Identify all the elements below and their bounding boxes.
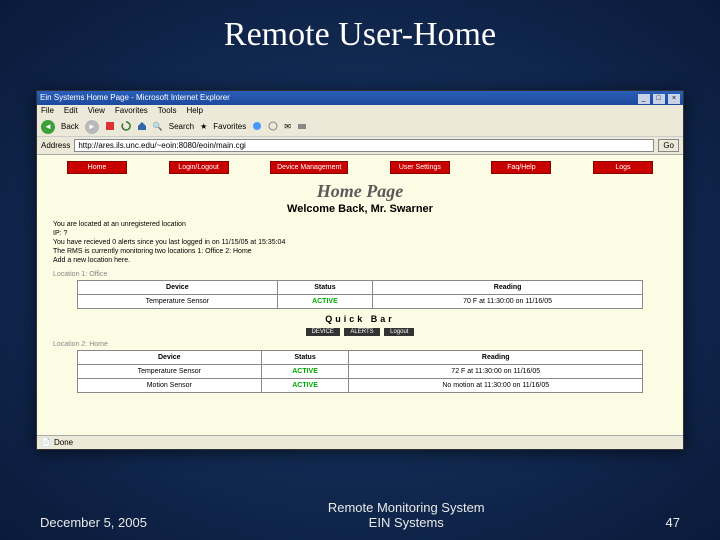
statusbar: 📄 Done [37, 435, 683, 449]
media-icon[interactable] [252, 121, 262, 133]
page-heading: Home Page [37, 178, 683, 203]
location-1-table: Device Status Reading Temperature Sensor… [77, 280, 643, 309]
nav-user-settings[interactable]: User Settings [390, 161, 450, 174]
menu-help[interactable]: Help [186, 105, 202, 117]
nav-login[interactable]: Login/Logout [169, 161, 229, 174]
info-line: IP: ? [53, 229, 667, 238]
quickbar: DEVICE ALERTS Logout [37, 325, 683, 339]
menu-file[interactable]: File [41, 105, 54, 117]
cell-status: ACTIVE [277, 295, 373, 309]
table-row: Motion Sensor ACTIVE No motion at 11:30:… [78, 379, 643, 393]
go-button[interactable]: Go [658, 139, 679, 152]
stop-icon[interactable] [105, 121, 115, 133]
slide-date: December 5, 2005 [40, 515, 147, 530]
titlebar: Ein Systems Home Page - Microsoft Intern… [37, 91, 683, 105]
slide-footer: December 5, 2005 Remote Monitoring Syste… [0, 500, 720, 530]
info-line: You have recieved 0 alerts since you las… [53, 238, 667, 247]
col-status: Status [261, 351, 349, 365]
col-status: Status [277, 281, 373, 295]
address-label: Address [41, 141, 70, 150]
window-controls: _ □ × [637, 91, 680, 105]
close-button[interactable]: × [668, 94, 680, 104]
qb-alerts-button[interactable]: ALERTS [344, 328, 379, 336]
nav-home[interactable]: Home [67, 161, 127, 174]
qb-logout-button[interactable]: Logout [384, 328, 414, 336]
browser-window: Ein Systems Home Page - Microsoft Intern… [36, 90, 684, 450]
table-row: Temperature Sensor ACTIVE 72 F at 11:30:… [78, 365, 643, 379]
info-line: You are located at an unregistered locat… [53, 220, 667, 229]
window-title: Ein Systems Home Page - Microsoft Intern… [40, 91, 230, 105]
address-input[interactable] [74, 139, 654, 152]
back-icon[interactable]: ◄ [41, 120, 55, 134]
home-icon[interactable] [137, 121, 147, 133]
menu-view[interactable]: View [88, 105, 105, 117]
mail-icon[interactable]: ✉ [284, 122, 291, 131]
cell-status: ACTIVE [261, 365, 349, 379]
cell-reading: 70 F at 11:30:00 on 11/16/05 [373, 295, 643, 309]
back-label[interactable]: Back [61, 122, 79, 131]
search-icon[interactable]: 🔍 [153, 122, 163, 131]
welcome-text: Welcome Back, Mr. Swarner [37, 203, 683, 218]
cell-reading: 72 F at 11:30:00 on 11/16/05 [349, 365, 643, 379]
cell-reading: No motion at 11:30:00 on 11/16/05 [349, 379, 643, 393]
maximize-button[interactable]: □ [653, 94, 665, 104]
location-2-title: Location 2: Home [37, 339, 683, 350]
nav-tabs: Home Login/Logout Device Management User… [37, 155, 683, 178]
favorites-icon[interactable]: ★ [200, 122, 207, 131]
favorites-label[interactable]: Favorites [213, 122, 246, 131]
page-body: Home Login/Logout Device Management User… [37, 155, 683, 435]
col-device: Device [78, 281, 278, 295]
status-text: Done [54, 436, 73, 450]
menu-favorites[interactable]: Favorites [115, 105, 148, 117]
location-1-title: Location 1: Office [37, 269, 683, 280]
status-icon: 📄 [41, 436, 51, 450]
history-icon[interactable] [268, 121, 278, 133]
cell-device: Temperature Sensor [78, 365, 262, 379]
menubar: File Edit View Favorites Tools Help [37, 105, 683, 117]
info-line: The RMS is currently monitoring two loca… [53, 247, 667, 256]
forward-icon[interactable]: ► [85, 120, 99, 134]
cell-device: Motion Sensor [78, 379, 262, 393]
info-line: Add a new location here. [53, 256, 667, 265]
nav-faq[interactable]: Faq/Help [491, 161, 551, 174]
nav-logs[interactable]: Logs [593, 161, 653, 174]
slide-number: 47 [666, 515, 680, 530]
refresh-icon[interactable] [121, 121, 131, 133]
table-row: Temperature Sensor ACTIVE 70 F at 11:30:… [78, 295, 643, 309]
nav-device-mgmt[interactable]: Device Management [270, 161, 348, 174]
footer-line2: EIN Systems [328, 515, 485, 530]
menu-edit[interactable]: Edit [64, 105, 78, 117]
quickbar-label: Quick Bar [37, 313, 683, 325]
location-2-table: Device Status Reading Temperature Sensor… [77, 350, 643, 393]
print-icon[interactable] [297, 121, 307, 133]
cell-status: ACTIVE [261, 379, 349, 393]
minimize-button[interactable]: _ [638, 94, 650, 104]
footer-line1: Remote Monitoring System [328, 500, 485, 515]
info-block: You are located at an unregistered locat… [37, 218, 683, 269]
search-label[interactable]: Search [169, 122, 194, 131]
col-reading: Reading [349, 351, 643, 365]
qb-device-button[interactable]: DEVICE [306, 328, 340, 336]
cell-device: Temperature Sensor [78, 295, 278, 309]
col-device: Device [78, 351, 262, 365]
menu-tools[interactable]: Tools [158, 105, 177, 117]
slide-title: Remote User-Home [0, 0, 720, 54]
toolbar: ◄ Back ► 🔍 Search ★ Favorites ✉ [37, 117, 683, 137]
col-reading: Reading [373, 281, 643, 295]
footer-center: Remote Monitoring System EIN Systems [328, 500, 485, 530]
addressbar: Address Go [37, 137, 683, 155]
